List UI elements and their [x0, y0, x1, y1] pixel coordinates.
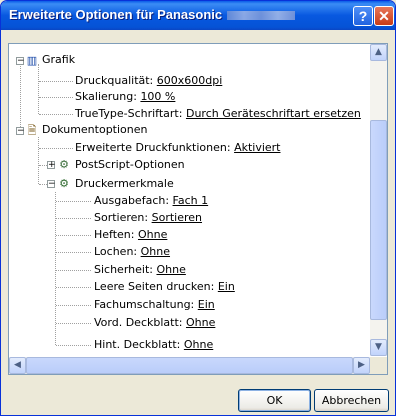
window-title: Erweiterte Optionen für Panasonic	[9, 7, 296, 22]
postscript-label: PostScript-Optionen	[75, 158, 185, 171]
tree-node-postscript[interactable]: PostScript-Optionen	[75, 157, 185, 173]
item-value[interactable]: Fach 1	[173, 194, 209, 207]
scrollbar-corner	[370, 357, 387, 374]
item-label: Hint. Deckblatt:	[94, 338, 181, 351]
item-label: Skalierung:	[75, 90, 137, 103]
tree-item-sicherheit[interactable]: Sicherheit: Ohne	[94, 262, 186, 278]
item-label: Sicherheit:	[94, 263, 153, 276]
blurred-model-name	[227, 11, 296, 21]
scroll-up-icon[interactable]: ▲	[370, 44, 387, 61]
item-value[interactable]: Ein	[198, 298, 215, 311]
dokumentoptionen-label: Dokumentoptionen	[42, 123, 148, 136]
collapse-druckermerkmale-icon[interactable]: −	[47, 180, 56, 189]
item-label: TrueType-Schriftart:	[75, 107, 183, 120]
tree-item-druckqualitaet[interactable]: Druckqualität: 600x600dpi	[75, 73, 222, 89]
item-value[interactable]: Ohne	[141, 245, 170, 258]
help-button[interactable]: ?	[353, 6, 373, 26]
postscript-icon: ⚙	[59, 158, 69, 171]
item-value[interactable]: Durch Geräteschriftart ersetzen	[186, 107, 361, 120]
item-label: Vord. Deckblatt:	[94, 316, 183, 329]
item-value[interactable]: Sortieren	[152, 211, 202, 224]
cancel-button[interactable]: Abbrechen	[314, 389, 389, 412]
tree-item-hint-deckblatt[interactable]: Hint. Deckblatt: Ohne	[94, 337, 213, 353]
tree-node-dokumentoptionen[interactable]: Dokumentoptionen	[42, 122, 148, 138]
collapse-grafik-icon[interactable]: −	[16, 57, 25, 66]
item-label: Druckqualität:	[75, 74, 154, 87]
tree-node-grafik[interactable]: Grafik	[42, 52, 75, 68]
title-bar[interactable]: Erweiterte Optionen für Panasonic ? ✕	[1, 1, 395, 30]
item-value[interactable]: 600x600dpi	[157, 74, 223, 87]
item-label: Lochen:	[94, 245, 138, 258]
item-value[interactable]: Ohne	[186, 316, 215, 329]
item-value[interactable]: Aktiviert	[234, 141, 280, 154]
tree-item-ausgabefach[interactable]: Ausgabefach: Fach 1	[94, 193, 208, 209]
item-label: Ausgabefach:	[94, 194, 170, 207]
item-value[interactable]: Ohne	[138, 228, 167, 241]
close-button[interactable]: ✕	[374, 6, 394, 26]
item-value[interactable]: Ohne	[156, 263, 185, 276]
item-label: Erweiterte Druckfunktionen:	[75, 141, 231, 154]
vertical-scroll-thumb[interactable]	[370, 120, 387, 320]
horizontal-scrollbar[interactable]: ◀ ▶	[9, 357, 370, 374]
dialog-window: Erweiterte Optionen für Panasonic ? ✕ − …	[0, 0, 396, 416]
chart-icon: ▥	[26, 54, 38, 67]
expand-postscript-icon[interactable]: +	[47, 161, 56, 170]
window-title-text: Erweiterte Optionen für Panasonic	[9, 7, 223, 22]
tree-item-leere-seiten[interactable]: Leere Seiten drucken: Ein	[94, 279, 235, 295]
tree-item-skalierung[interactable]: Skalierung: 100 %	[75, 89, 175, 105]
printer-features-icon: ⚙	[59, 177, 69, 190]
item-label: Leere Seiten drucken:	[94, 280, 215, 293]
tree-node-druckermerkmale[interactable]: Druckermerkmale	[75, 176, 174, 192]
scroll-right-icon[interactable]: ▶	[353, 357, 370, 374]
options-tree-panel: − ▥ Grafik Druckqualität: 600x600dpi Ska…	[8, 43, 388, 375]
tree-item-fachumschaltung[interactable]: Fachumschaltung: Ein	[94, 297, 215, 313]
collapse-dokumentoptionen-icon[interactable]: −	[16, 127, 25, 136]
tree-item-truetype[interactable]: TrueType-Schriftart: Durch Geräteschrift…	[75, 106, 361, 122]
item-value[interactable]: Ein	[218, 280, 235, 293]
grafik-label: Grafik	[42, 53, 76, 66]
scroll-left-icon[interactable]: ◀	[9, 357, 26, 374]
druckermerkmale-label: Druckermerkmale	[75, 177, 174, 190]
item-label: Heften:	[94, 228, 135, 241]
item-label: Fachumschaltung:	[94, 298, 195, 311]
item-value[interactable]: Ohne	[184, 338, 213, 351]
options-tree[interactable]: − ▥ Grafik Druckqualität: 600x600dpi Ska…	[9, 44, 370, 356]
horizontal-scroll-thumb[interactable]	[26, 357, 353, 374]
tree-item-sortieren[interactable]: Sortieren: Sortieren	[94, 210, 202, 226]
item-value[interactable]: 100 %	[140, 90, 175, 103]
item-label: Sortieren:	[94, 211, 149, 224]
document-options-icon: 🗎	[27, 124, 37, 137]
vertical-scrollbar[interactable]: ▲ ▼	[370, 44, 387, 356]
tree-item-vord-deckblatt[interactable]: Vord. Deckblatt: Ohne	[94, 315, 215, 331]
scroll-down-icon[interactable]: ▼	[370, 339, 387, 356]
tree-item-heften[interactable]: Heften: Ohne	[94, 227, 167, 243]
tree-item-lochen[interactable]: Lochen: Ohne	[94, 244, 170, 260]
ok-button[interactable]: OK	[238, 389, 311, 412]
tree-item-druckfunktionen[interactable]: Erweiterte Druckfunktionen: Aktiviert	[75, 140, 281, 156]
